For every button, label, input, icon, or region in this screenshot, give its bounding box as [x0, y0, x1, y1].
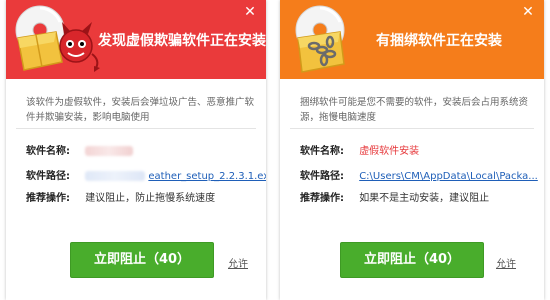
software-path-label: 软件路径: — [300, 171, 344, 182]
divider — [16, 128, 256, 129]
software-name-label: 软件名称: — [300, 146, 344, 157]
software-name-label: 软件名称: — [26, 146, 70, 157]
software-name-value: 虚假软件安装 — [359, 146, 420, 157]
alert-description: 捆绑软件可能是您不需要的软件，安装后会占用系统资源，拖慢电脑速度 — [300, 97, 529, 123]
software-name-row: 软件名称: — [26, 142, 134, 157]
block-now-button[interactable]: 立即阻止（40） — [340, 242, 484, 278]
recommended-action-value: 建议阻止，防止拖慢系统速度 — [85, 193, 216, 204]
divider — [290, 128, 534, 129]
fake-software-alert-popup: 发现虚假欺骗软件正在安装 ✕ 该软件为虚假软件，安装后会弹垃圾广告、恶意推广软件… — [6, 0, 266, 300]
allow-link[interactable]: 允许 — [496, 255, 516, 270]
bundled-software-devil-icon — [15, 5, 100, 72]
bundled-software-alert-popup: 有捆绑软件正在安装 ✕ 捆绑软件可能是您不需要的软件，安装后会占用系统资源，拖慢… — [280, 0, 544, 300]
alert-title: 发现虚假欺骗软件正在安装 — [98, 33, 266, 49]
recommended-action-row: 推荐操作: 建议阻止，防止拖慢系统速度 — [26, 189, 215, 204]
software-name-redacted — [85, 146, 134, 156]
software-path-row: 软件路径: C:\Users\CM\AppData\Local\Packa... — [300, 167, 538, 182]
alert-header: 有捆绑软件正在安装 ✕ — [280, 0, 544, 79]
recommended-action-row: 推荐操作: 如果不是主动安装，建议阻止 — [300, 189, 489, 204]
allow-link[interactable]: 允许 — [228, 255, 248, 270]
software-path-link[interactable]: eather_setup_2.2.3.1.exe — [148, 171, 266, 182]
alert-title: 有捆绑软件正在安装 — [376, 33, 502, 49]
software-path-redacted — [85, 171, 146, 181]
close-icon[interactable]: ✕ — [520, 4, 536, 20]
chained-disc-box-icon — [295, 5, 345, 73]
recommended-action-value: 如果不是主动安装，建议阻止 — [359, 193, 490, 204]
alert-header: 发现虚假欺骗软件正在安装 ✕ — [6, 0, 266, 79]
software-path-row: 软件路径: eather_setup_2.2.3.1.exe — [26, 167, 266, 182]
close-icon[interactable]: ✕ — [242, 4, 258, 20]
alert-description: 该软件为虚假软件，安装后会弹垃圾广告、恶意推广软件并欺骗安装，影响电脑使用 — [26, 97, 255, 123]
software-name-row: 软件名称: 虚假软件安装 — [300, 142, 419, 157]
block-now-button[interactable]: 立即阻止（40） — [70, 242, 214, 278]
recommended-action-label: 推荐操作: — [26, 193, 70, 204]
recommended-action-label: 推荐操作: — [300, 193, 344, 204]
software-path-link[interactable]: C:\Users\CM\AppData\Local\Packa... — [359, 171, 538, 182]
software-path-label: 软件路径: — [26, 171, 70, 182]
